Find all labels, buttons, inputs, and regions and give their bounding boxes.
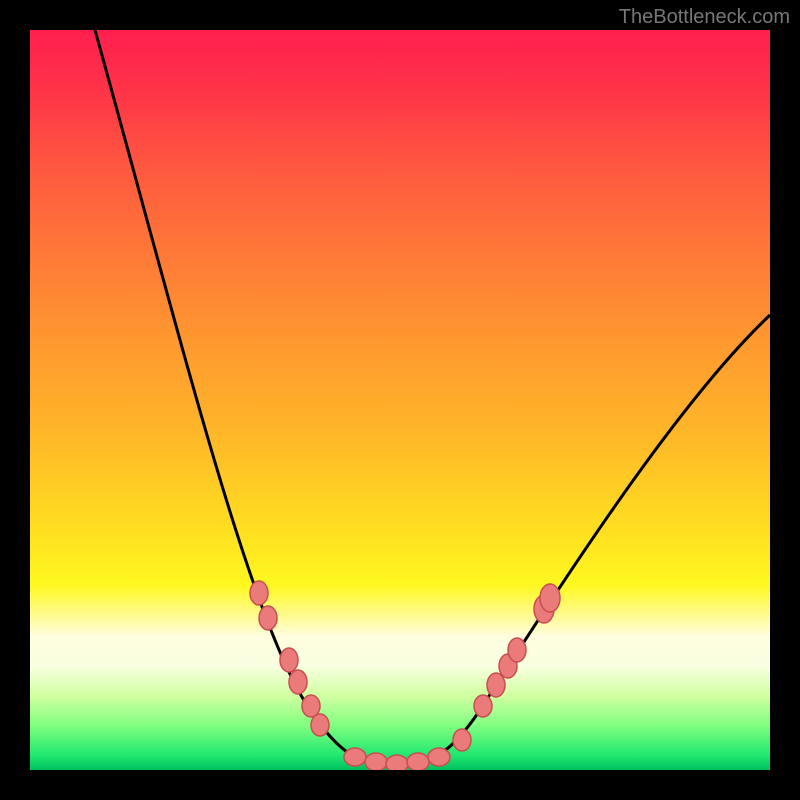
data-marker [250,581,268,605]
chart-svg [30,30,770,770]
data-marker [407,753,429,770]
marker-layer [250,581,560,770]
curve-layer [95,30,770,765]
data-marker [311,714,329,736]
chart-area [30,30,770,770]
data-marker [474,695,492,717]
data-marker [453,729,471,751]
main-curve [95,30,770,765]
data-marker [428,748,450,766]
data-marker [365,753,387,770]
data-marker [344,748,366,766]
data-marker [259,606,277,630]
data-marker [487,673,505,697]
data-marker [540,584,560,612]
watermark: TheBottleneck.com [619,6,790,29]
data-marker [386,755,408,770]
data-marker [289,670,307,694]
data-marker [280,648,298,672]
data-marker [508,638,526,662]
